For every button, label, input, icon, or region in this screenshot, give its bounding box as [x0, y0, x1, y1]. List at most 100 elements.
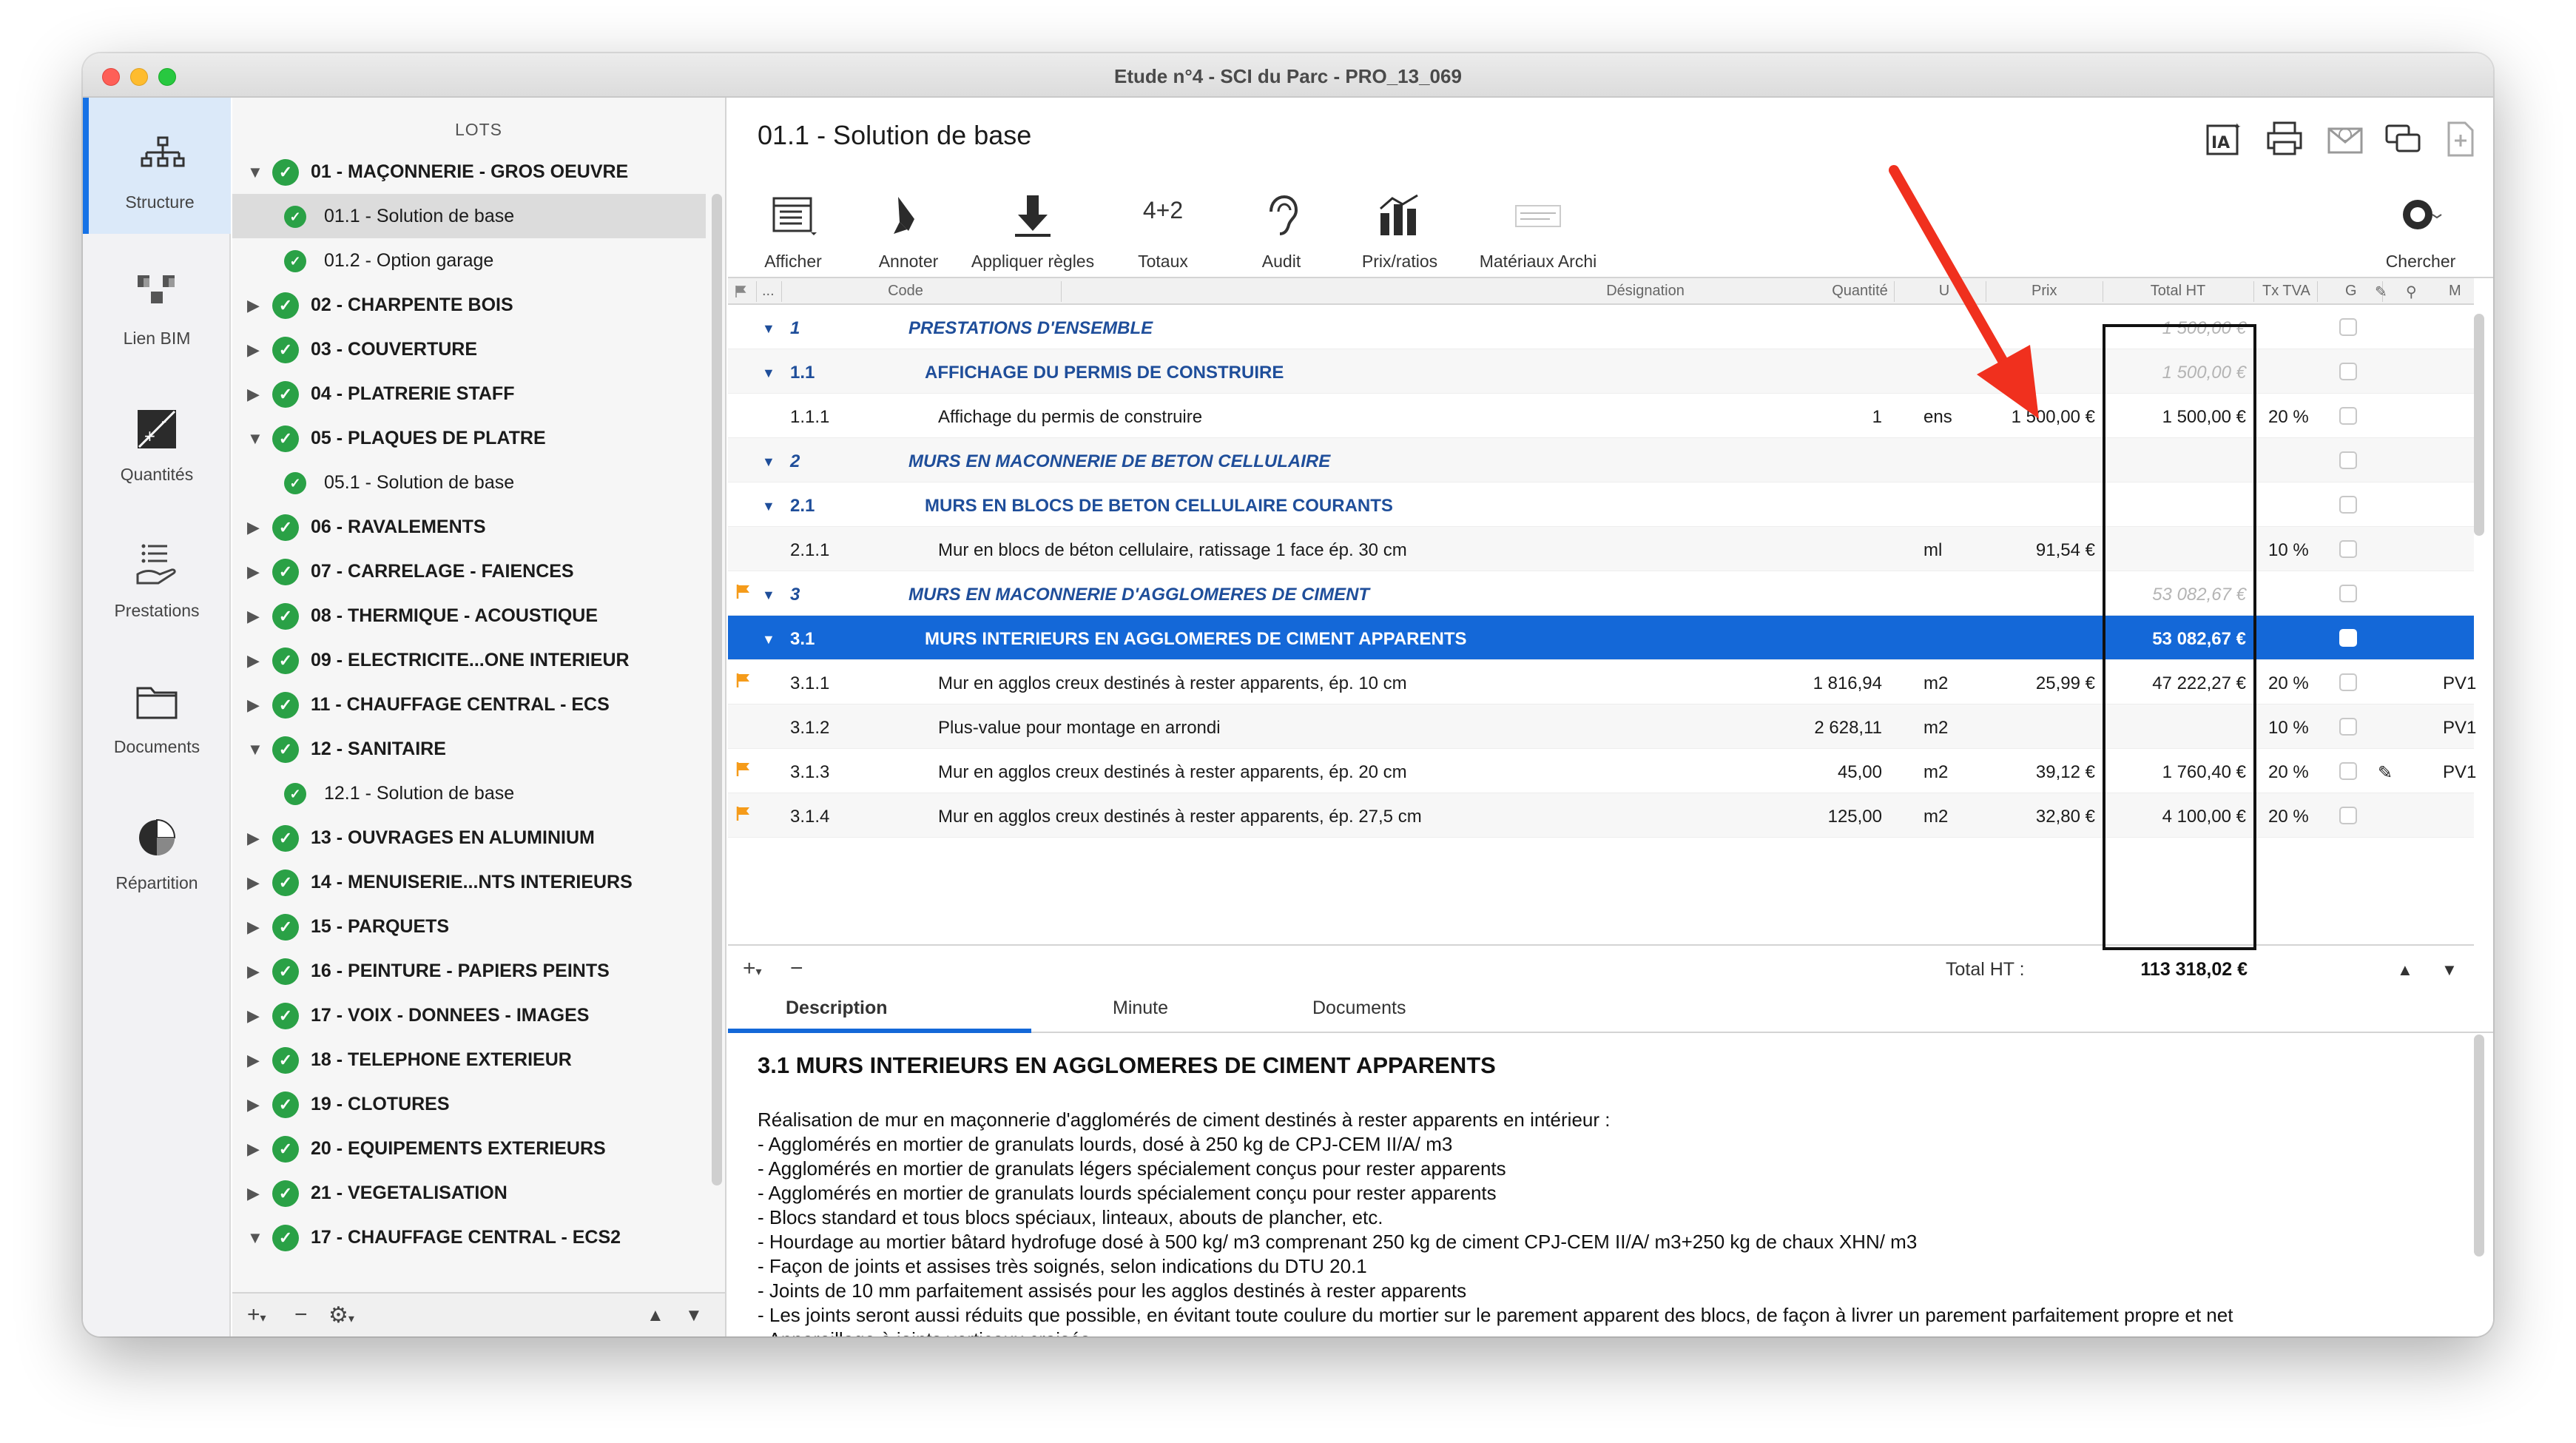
- chevron-down-icon[interactable]: ▼: [247, 429, 263, 448]
- table-row[interactable]: ▼ 2 MURS EN MACONNERIE DE BETON CELLULAIRE: [728, 438, 2474, 482]
- lots-scrollbar[interactable]: [712, 194, 722, 1185]
- g-checkbox[interactable]: [2339, 585, 2357, 602]
- chevron-right-icon[interactable]: ▶: [247, 829, 260, 848]
- table-row[interactable]: ▼ 1.1 AFFICHAGE DU PERMIS DE CONSTRUIRE 1 5…: [728, 349, 2474, 394]
- chevron-right-icon[interactable]: ▶: [247, 1184, 260, 1203]
- ia-icon[interactable]: IA✦: [2205, 120, 2243, 158]
- lot-item[interactable]: ▶ ✓ 16 - PEINTURE - PAPIERS PEINTS: [232, 949, 706, 993]
- table-row[interactable]: ▼ 2.1 MURS EN BLOCS DE BETON CELLULAIRE CO…: [728, 482, 2474, 527]
- lot-item[interactable]: ▶ ✓ 15 - PARQUETS: [232, 904, 706, 949]
- g-checkbox[interactable]: [2339, 540, 2357, 558]
- table-row[interactable]: ▼ 3.1 MURS INTERIEURS EN AGGLOMERES DE CIM…: [728, 616, 2474, 660]
- lot-item[interactable]: ▶ ✓ 19 - CLOTURES: [232, 1082, 706, 1126]
- lot-item[interactable]: ▶ ✓ 09 - ELECTRICITE...ONE INTERIEUR: [232, 638, 706, 682]
- g-checkbox[interactable]: [2339, 318, 2357, 336]
- chevron-down-icon[interactable]: ▼: [762, 321, 775, 337]
- g-checkbox[interactable]: [2339, 407, 2357, 425]
- g-checkbox[interactable]: [2339, 496, 2357, 514]
- lot-item[interactable]: ▶ ✓ 11 - CHAUFFAGE CENTRAL - ECS: [232, 682, 706, 727]
- chevron-right-icon[interactable]: ▶: [247, 562, 260, 582]
- lot-item[interactable]: ✓ 01.2 - Option garage: [232, 238, 706, 283]
- next-row-icon[interactable]: ▼: [2441, 961, 2458, 980]
- lot-item[interactable]: ▶ ✓ 18 - TELEPHONE EXTERIEUR: [232, 1037, 706, 1082]
- table-row[interactable]: 1.1.1 Affichage du permis de construire 1 e…: [728, 394, 2474, 438]
- lot-item[interactable]: ▼ ✓ 12 - SANITAIRE: [232, 727, 706, 771]
- flag-icon[interactable]: [735, 805, 752, 821]
- g-checkbox[interactable]: [2339, 673, 2357, 691]
- chevron-right-icon[interactable]: ▶: [247, 1095, 260, 1114]
- col-dots[interactable]: ...: [762, 283, 775, 300]
- move-up-icon[interactable]: ▲: [647, 1305, 664, 1326]
- prix-ratios-button[interactable]: Prix/ratios: [1362, 179, 1437, 278]
- new-document-icon[interactable]: [2441, 120, 2480, 158]
- description-scrollbar[interactable]: [2474, 1035, 2484, 1257]
- col-prix[interactable]: Prix: [2032, 283, 2057, 300]
- totaux-button[interactable]: 4+2 Totaux: [1127, 179, 1198, 278]
- chevron-down-icon[interactable]: ▼: [762, 499, 775, 514]
- flag-icon[interactable]: [735, 672, 752, 688]
- appliquer-regles-button[interactable]: Appliquer règles: [971, 179, 1094, 278]
- lot-item[interactable]: ✓ 05.1 - Solution de base: [232, 460, 706, 505]
- col-total-ht[interactable]: Total HT: [2151, 283, 2205, 300]
- table-scrollbar[interactable]: [2474, 314, 2484, 536]
- chevron-right-icon[interactable]: ▶: [247, 651, 260, 670]
- lot-item[interactable]: ▶ ✓ 07 - CARRELAGE - FAIENCES: [232, 549, 706, 593]
- col-g[interactable]: G: [2345, 283, 2357, 300]
- audit-button[interactable]: Audit: [1246, 179, 1317, 278]
- tab-minute[interactable]: Minute: [1113, 998, 1168, 1019]
- col-unit[interactable]: U: [1939, 283, 1949, 300]
- module-repartition[interactable]: Répartition: [83, 778, 231, 915]
- g-checkbox[interactable]: [2339, 807, 2357, 824]
- move-down-icon[interactable]: ▼: [685, 1305, 703, 1326]
- tab-documents[interactable]: Documents: [1312, 998, 1406, 1019]
- remove-lot-button[interactable]: −: [294, 1302, 308, 1328]
- add-lot-button[interactable]: +▾: [247, 1302, 266, 1328]
- chevron-right-icon[interactable]: ▶: [247, 696, 260, 715]
- chevron-right-icon[interactable]: ▶: [247, 1006, 260, 1026]
- g-checkbox[interactable]: [2339, 762, 2357, 780]
- lot-item[interactable]: ▶ ✓ 17 - VOIX - DONNEES - IMAGES: [232, 993, 706, 1037]
- col-designation[interactable]: Désignation: [1606, 283, 1685, 300]
- gear-icon[interactable]: ⚙▾: [328, 1302, 354, 1328]
- col-code[interactable]: Code: [888, 283, 923, 300]
- flag-icon[interactable]: [735, 583, 752, 599]
- lot-item[interactable]: ✓ 12.1 - Solution de base: [232, 771, 706, 815]
- lot-item[interactable]: ▶ ✓ 14 - MENUISERIE...NTS INTERIEURS: [232, 860, 706, 904]
- lot-item[interactable]: ▶ ✓ 21 - VEGETALISATION: [232, 1171, 706, 1215]
- remove-row-button[interactable]: −: [790, 956, 803, 981]
- chevron-down-icon[interactable]: ▼: [247, 740, 263, 759]
- chevron-down-icon[interactable]: ▼: [762, 454, 775, 470]
- lot-item[interactable]: ▶ ✓ 20 - EQUIPEMENTS EXTERIEURS: [232, 1126, 706, 1171]
- lot-item[interactable]: ▼ ✓ 05 - PLAQUES DE PLATRE: [232, 416, 706, 460]
- previous-row-icon[interactable]: ▲: [2397, 961, 2413, 980]
- chevron-right-icon[interactable]: ▶: [247, 918, 260, 937]
- lot-item[interactable]: ▼ ✓ 01 - MAÇONNERIE - GROS OEUVRE: [232, 149, 706, 194]
- g-checkbox[interactable]: [2339, 629, 2357, 647]
- col-quantite[interactable]: Quantité: [1832, 283, 1888, 300]
- module-lien-bim[interactable]: Lien BIM: [83, 234, 231, 370]
- chercher-button[interactable]: Chercher: [2385, 179, 2456, 278]
- table-row[interactable]: ▼ 1 PRESTATIONS D'ENSEMBLE 1 500,00 €: [728, 305, 2474, 349]
- annoter-button[interactable]: Annoter: [873, 179, 944, 278]
- lot-item[interactable]: ▶ ✓ 06 - RAVALEMENTS: [232, 505, 706, 549]
- chevron-right-icon[interactable]: ▶: [247, 607, 260, 626]
- chevron-down-icon[interactable]: ▼: [247, 1228, 263, 1248]
- chevron-right-icon[interactable]: ▶: [247, 1140, 260, 1159]
- col-tx-tva[interactable]: Tx TVA: [2262, 283, 2310, 300]
- chat-icon[interactable]: [2384, 120, 2422, 158]
- chevron-down-icon[interactable]: ▼: [762, 366, 775, 381]
- table-row[interactable]: 3.1.1 Mur en agglos creux destinés à rest…: [728, 660, 2476, 704]
- module-prestations[interactable]: Prestations: [83, 506, 231, 642]
- table-row[interactable]: 2.1.1 Mur en blocs de béton cellulaire, r…: [728, 527, 2474, 571]
- module-quantites[interactable]: + - Quantités: [83, 370, 231, 506]
- description-panel[interactable]: 3.1 MURS INTERIEURS EN AGGLOMERES DE CIM…: [728, 1035, 2493, 1336]
- annotation-pen-icon[interactable]: ✎: [2378, 762, 2393, 784]
- chevron-right-icon[interactable]: ▶: [247, 518, 260, 537]
- module-documents[interactable]: Documents: [83, 642, 231, 778]
- mail-icon[interactable]: [2326, 120, 2364, 158]
- table-row[interactable]: ▼ 3 MURS EN MACONNERIE D'AGGLOMERES DE CIM…: [728, 571, 2474, 616]
- col-link-icon[interactable]: ⚲: [2406, 283, 2417, 301]
- add-row-button[interactable]: +▾: [743, 956, 762, 981]
- lot-item[interactable]: ▼ ✓ 17 - CHAUFFAGE CENTRAL - ECS2: [232, 1215, 706, 1259]
- chevron-right-icon[interactable]: ▶: [247, 385, 260, 404]
